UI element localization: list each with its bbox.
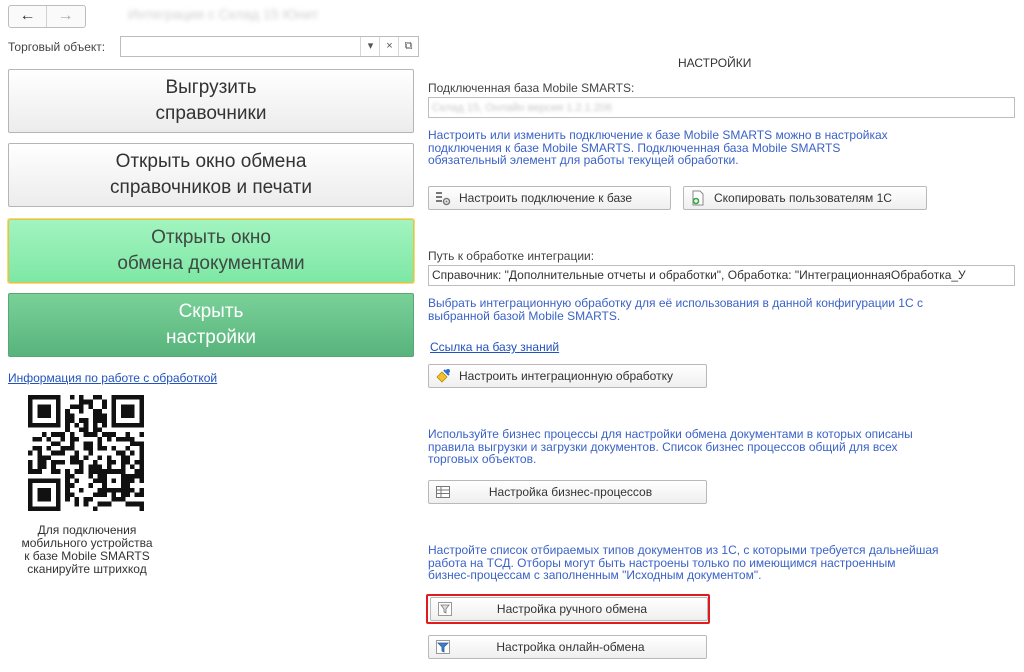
path-value: Справочник: "Дополнительные отчеты и обр… xyxy=(432,268,966,282)
button-line: Открыть окно xyxy=(151,227,271,248)
dropdown-icon[interactable]: ▾ xyxy=(360,37,380,56)
integration-hint: Выбрать интеграционную обработку для её … xyxy=(428,297,1008,322)
path-label: Путь к обработке интеграции: xyxy=(428,249,595,263)
highlight-frame xyxy=(426,594,710,624)
back-button[interactable]: ← xyxy=(9,6,47,27)
hint-line: Настройте список отбираемых типов докуме… xyxy=(428,543,939,557)
table-icon xyxy=(436,486,450,498)
button-label: Настройка бизнес-процессов xyxy=(488,485,653,499)
open-documents-exchange-button[interactable]: Открыть окно обмена документами xyxy=(8,219,414,283)
configure-connection-button[interactable]: Настроить подключение к базе xyxy=(428,186,671,210)
forward-button[interactable]: → xyxy=(47,6,84,27)
business-process-hint: Используйте бизнес процессы для настройк… xyxy=(428,428,1008,466)
online-exchange-settings-button[interactable]: Настройка онлайн-обмена xyxy=(428,635,707,659)
button-label: Настроить подключение к базе xyxy=(459,191,633,205)
button-line: обмена документами xyxy=(117,253,305,274)
hint-line: выбранной базой Mobile SMARTS. xyxy=(428,308,621,323)
db-label: Подключенная база Mobile SMARTS: xyxy=(428,81,635,95)
qr-code xyxy=(28,395,144,511)
arrow-right-icon: → xyxy=(57,7,74,24)
open-form-icon[interactable]: ⧉ xyxy=(398,37,418,56)
hint-line: бизнес-процессам с заполненным "Исходным… xyxy=(428,568,762,582)
trade-object-label: Торговый объект: xyxy=(8,40,106,54)
integration-icon xyxy=(436,369,450,383)
open-references-exchange-button[interactable]: Открыть окно обмена справочников и печати xyxy=(8,143,414,207)
trade-object-field[interactable]: ▾ × ⧉ xyxy=(120,36,419,57)
nav-buttons: ← → xyxy=(8,5,86,28)
copy-users-icon xyxy=(692,190,704,206)
hint-line: обязательный элемент для работы текущей … xyxy=(428,153,739,167)
configure-integration-button[interactable]: Настроить интеграционную обработку xyxy=(428,364,707,388)
copy-to-users-button[interactable]: Скопировать пользователям 1С xyxy=(683,186,927,210)
button-line: Выгрузить xyxy=(165,77,257,98)
upload-references-button[interactable]: Выгрузить справочники xyxy=(8,69,414,133)
db-hint: Настроить или изменить подключение к баз… xyxy=(428,129,1008,167)
hint-line: Выбрать интеграционную обработку для её … xyxy=(428,296,923,310)
window-title: Интеграция с Склад 15 Юнит xyxy=(128,6,319,22)
hide-settings-button[interactable]: Скрыть настройки xyxy=(8,293,414,357)
arrow-left-icon: ← xyxy=(19,7,36,24)
button-label: Скопировать пользователям 1С xyxy=(714,191,892,205)
db-value: Склад 15, Онлайн версия 1.2.1.206 xyxy=(432,102,613,114)
button-line: настройки xyxy=(166,327,256,348)
button-line: Открыть окно обмена xyxy=(115,151,307,172)
settings-heading: НАСТРОЙКИ xyxy=(678,56,752,70)
button-line: справочники xyxy=(155,103,267,124)
clear-icon[interactable]: × xyxy=(379,37,399,56)
manual-exchange-hint: Настройте список отбираемых типов докуме… xyxy=(428,544,1008,582)
button-label: Настройка онлайн-обмена xyxy=(496,640,645,654)
hint-line: Настроить или изменить подключение к баз… xyxy=(428,128,888,142)
business-process-settings-button[interactable]: Настройка бизнес-процессов xyxy=(428,480,707,504)
button-line: Скрыть xyxy=(178,301,244,322)
connection-settings-icon xyxy=(436,192,451,206)
hint-line: Используйте бизнес процессы для настройк… xyxy=(428,427,913,441)
caption-line: сканируйте штрихкод xyxy=(27,562,147,576)
knowledge-base-link[interactable]: Ссылка на базу знаний xyxy=(430,340,559,354)
qr-caption: Для подключения мобильного устройства к … xyxy=(8,524,166,576)
hint-line: торговых объектов. xyxy=(428,452,537,466)
info-link[interactable]: Информация по работе с обработкой xyxy=(8,371,217,385)
button-label: Настроить интеграционную обработку xyxy=(459,369,673,383)
path-field[interactable]: Справочник: "Дополнительные отчеты и обр… xyxy=(428,265,1015,286)
button-line: справочников и печати xyxy=(110,177,312,198)
db-field: Склад 15, Онлайн версия 1.2.1.206 xyxy=(428,97,1015,118)
online-filter-icon xyxy=(436,640,450,654)
